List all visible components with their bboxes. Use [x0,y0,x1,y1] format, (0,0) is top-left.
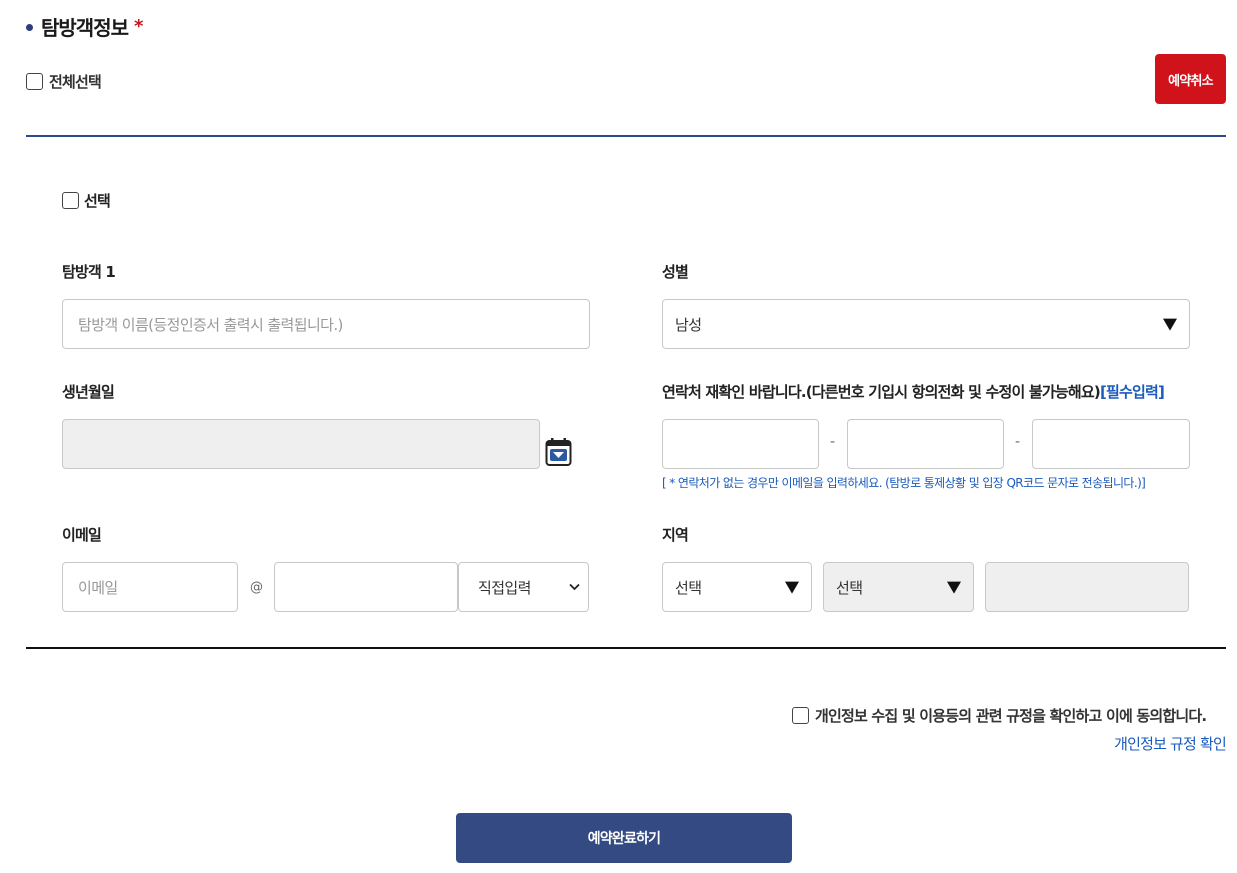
email-domain-value: 직접입력 [478,578,531,597]
email-id-input[interactable]: 이메일 [62,562,238,612]
cancel-reservation-button[interactable]: 예약취소 [1155,54,1226,104]
phone-input-1[interactable] [662,419,819,469]
region-select-1[interactable]: 선택 [662,562,812,612]
visitor-select[interactable]: 선택 [62,190,111,211]
email-domain-select[interactable]: 직접입력 [458,562,589,612]
privacy-policy-link[interactable]: 개인정보 규정 확인 [1105,733,1227,754]
region-select-2-value: 선택 [836,578,863,597]
select-all[interactable]: 전체선택 [26,71,102,92]
section-title: 탐방객정보 * [26,12,143,41]
gender-value: 남성 [675,315,702,334]
region-detail-input[interactable] [985,562,1189,612]
phone-note: [ * 연락처가 없는 경우만 이메일을 입력하세요. (탐방로 통제상황 및 … [662,476,1146,490]
dropdown-arrow-icon [1163,318,1177,331]
phone-input-2[interactable] [847,419,1004,469]
visitor-select-checkbox[interactable] [62,192,79,209]
visitor-name-input[interactable]: 탐방객 이름(등정인증서 출력시 출력됩니다.) [62,299,590,349]
dropdown-arrow-icon [947,581,961,594]
region-select-2[interactable]: 선택 [823,562,974,612]
gender-select[interactable]: 남성 [662,299,1190,349]
privacy-agreement[interactable]: 개인정보 수집 및 이용등의 관련 규정을 확인하고 이에 동의합니다. [792,705,1207,726]
gender-label: 성별 [662,263,689,281]
region-label: 지역 [662,526,689,544]
visitor-name-placeholder: 탐방객 이름(등정인증서 출력시 출력됩니다.) [78,315,343,334]
required-mark: * [134,16,143,37]
select-all-checkbox[interactable] [26,73,43,90]
birth-input[interactable] [62,419,540,469]
divider-blue [26,135,1226,137]
birth-label: 생년월일 [62,383,115,401]
chevron-down-icon [569,581,580,594]
bullet-icon [26,24,33,31]
phone-separator-1: - [830,434,836,450]
select-all-label: 전체선택 [49,73,102,91]
divider-black [26,647,1226,649]
phone-separator-2: - [1015,434,1021,450]
submit-reservation-button[interactable]: 예약완료하기 [456,813,792,863]
phone-required-text: [필수입력] [1099,383,1165,401]
section-title-text: 탐방객정보 [41,16,129,40]
email-placeholder: 이메일 [78,578,118,597]
visitor-select-label: 선택 [84,192,111,210]
email-at-sign: @ [250,580,263,595]
phone-label: 연락처 재확인 바랍니다.(다른번호 기입시 항의전화 및 수정이 불가능해요)… [662,381,1165,402]
region-select-1-value: 선택 [675,578,702,597]
email-domain-input[interactable] [274,562,458,612]
privacy-agreement-checkbox[interactable] [792,707,809,724]
dropdown-arrow-icon [785,581,799,594]
phone-input-3[interactable] [1032,419,1190,469]
email-label: 이메일 [62,526,102,544]
calendar-icon[interactable] [545,437,572,467]
phone-label-text: 연락처 재확인 바랍니다.(다른번호 기입시 항의전화 및 수정이 불가능해요) [662,383,1101,401]
privacy-agreement-text: 개인정보 수집 및 이용등의 관련 규정을 확인하고 이에 동의합니다. [815,707,1207,725]
visitor-name-label: 탐방객 1 [62,263,116,281]
